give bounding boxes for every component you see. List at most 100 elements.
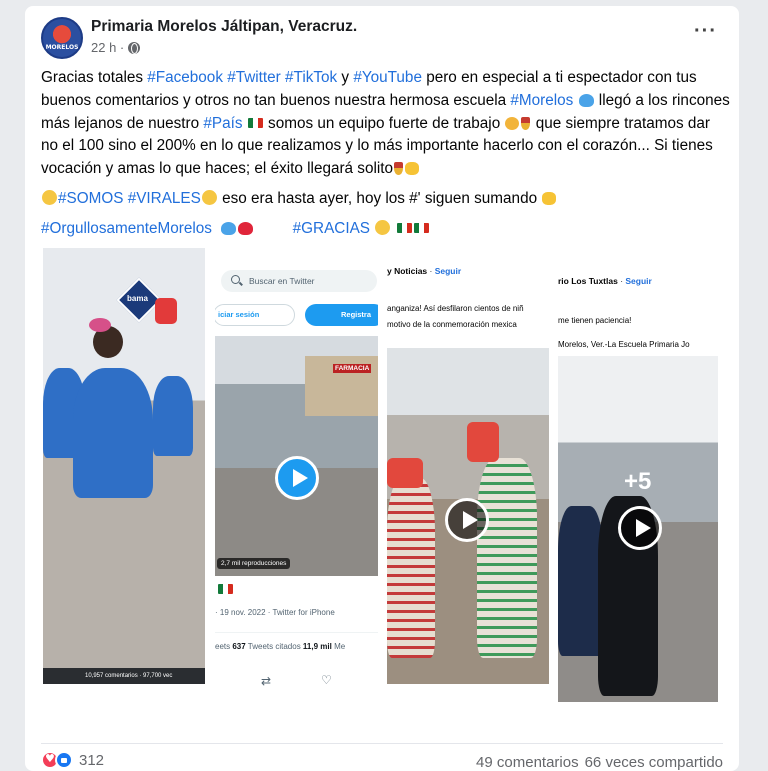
street-sign-text: bama	[127, 294, 148, 303]
divider	[215, 632, 378, 633]
hashtag-gracias[interactable]: #GRACIAS	[293, 220, 370, 237]
more-photos-count[interactable]: +5	[624, 468, 651, 496]
globe-icon	[128, 41, 141, 54]
shared-post-text: Morelos, Ver.-La Escuela Primaria Jo	[558, 340, 690, 349]
more-options-button[interactable]: ···	[694, 21, 717, 41]
child-figure	[558, 506, 603, 656]
reaction-icons	[41, 751, 73, 769]
clapping-hands-icon	[542, 191, 557, 205]
hashtag-somos[interactable]: #SOMOS	[58, 190, 123, 207]
shared-video[interactable]: +5	[558, 356, 718, 702]
login-button[interactable]: iciar sesión	[215, 304, 295, 326]
blue-heart-icon	[221, 221, 237, 235]
gallery-image-2[interactable]: Buscar en Twitter iciar sesión Registra …	[215, 266, 378, 702]
count-text: Tweets citados	[245, 642, 303, 651]
tweet-counts: eets 637 Tweets citados 11,9 mil Me	[215, 642, 345, 651]
dancer-figure	[153, 376, 193, 456]
video-stats: 10,957 comentarios · 97,700 vec	[43, 668, 205, 684]
mexico-flag-icon	[218, 584, 233, 594]
like-reaction-icon	[55, 751, 73, 769]
register-button[interactable]: Registra	[305, 304, 378, 326]
toy-hammer	[387, 458, 423, 488]
search-placeholder: Buscar en Twitter	[249, 276, 315, 286]
gallery-image-1[interactable]: bama 10,957 comentarios · 97,700 vec	[43, 248, 205, 684]
search-icon	[231, 275, 240, 284]
mexico-flag-icon	[396, 222, 412, 233]
reactions-summary[interactable]: 312	[41, 751, 104, 769]
post-card: MORELOS Primaria Morelos Jáltipan, Verac…	[25, 6, 739, 771]
heart-icon[interactable]: ♡	[321, 673, 332, 687]
play-button[interactable]	[445, 498, 489, 542]
likes-number: 11,9 mil	[302, 642, 332, 651]
tweet-date: · 19 nov. 2022 · Twitter for iPhone	[215, 608, 335, 617]
text-segment: eso era hasta ayer, hoy los #' siguen su…	[217, 189, 542, 207]
hashtag-pais[interactable]: #País	[203, 115, 242, 132]
shared-video[interactable]	[387, 348, 549, 684]
photo-gallery: bama 10,957 comentarios · 97,700 vec Bus…	[25, 242, 739, 712]
engagement-counts: 49 comentarios 66 veces compartido	[476, 754, 723, 771]
gallery-image-3[interactable]: y Noticias · Seguir anganiza! Así desfil…	[387, 248, 549, 684]
gallery-image-4[interactable]: rio Los Tuxtlas · Seguir me tienen pacie…	[558, 266, 718, 702]
child-figure	[387, 478, 435, 658]
play-button[interactable]	[618, 506, 662, 550]
reaction-count: 312	[79, 751, 105, 769]
post-paragraph-2: #SOMOS #VIRALES eso era hasta ayer, hoy …	[41, 188, 731, 211]
shared-post-text: me tienen paciencia!	[558, 316, 632, 325]
hashtag-youtube[interactable]: #YouTube	[353, 69, 422, 86]
shared-post-header: y Noticias · Seguir	[387, 266, 462, 276]
child-figure	[477, 458, 537, 658]
hashtag-morelos[interactable]: #Morelos	[510, 92, 573, 109]
play-button[interactable]	[275, 456, 319, 500]
blue-heart-icon	[578, 93, 594, 107]
clapping-hands-icon	[405, 162, 420, 176]
hashtag-orgullosamente-morelos[interactable]: #OrgullosamenteMorelos	[41, 220, 212, 237]
flexed-arm-icon	[505, 116, 520, 130]
mexico-flag-icon	[247, 117, 263, 128]
hashtag-facebook[interactable]: #Facebook	[147, 69, 223, 86]
toy-hammer	[467, 422, 499, 462]
hashtag-twitter[interactable]: #Twitter	[227, 69, 281, 86]
hashtag-tiktok[interactable]: #TikTok	[285, 69, 337, 86]
post-paragraph-1: Gracias totales #Facebook #Twitter #TikT…	[41, 67, 731, 181]
red-heart-icon	[238, 221, 254, 235]
retweet-icon[interactable]: ⇄	[261, 674, 271, 688]
hugging-face-icon	[201, 189, 217, 205]
text-segment: y	[337, 69, 354, 86]
count-text: eets	[215, 642, 233, 651]
medal-icon	[394, 162, 404, 176]
text-segment: Gracias totales	[41, 69, 148, 86]
page-avatar[interactable]: MORELOS	[41, 17, 83, 59]
hair-flower	[89, 318, 111, 332]
comments-link[interactable]: 49 comentarios	[476, 754, 579, 771]
shared-post-header: rio Los Tuxtlas · Seguir	[558, 276, 652, 286]
text-segment: somos un equipo fuerte de trabajo	[263, 114, 505, 132]
follow-link[interactable]: Seguir	[435, 266, 461, 276]
twitter-header: Buscar en Twitter iciar sesión Registra	[215, 266, 378, 336]
footer-divider	[41, 743, 723, 744]
source-name: rio Los Tuxtlas	[558, 276, 618, 286]
dancer-figure	[73, 368, 153, 498]
post-timestamp[interactable]: 22 h ·	[91, 40, 141, 55]
twitter-video[interactable]: FARMACIA 2,7 mil reproducciones	[215, 336, 378, 576]
twitter-search-input[interactable]: Buscar en Twitter	[221, 270, 377, 292]
count-text: Me	[331, 642, 346, 651]
follow-link[interactable]: Seguir	[625, 276, 651, 286]
avatar-text: MORELOS	[45, 44, 79, 51]
mexico-flag-icon	[413, 222, 429, 233]
quotes-number: 637	[232, 642, 246, 651]
post-paragraph-3: #OrgullosamenteMorelos #GRACIAS	[41, 218, 731, 241]
toy-mallet	[155, 298, 177, 324]
shares-link[interactable]: 66 veces compartido	[585, 754, 723, 771]
laughing-face-icon	[42, 189, 57, 205]
view-count: 2,7 mil reproducciones	[217, 558, 291, 569]
source-name: y Noticias	[387, 266, 428, 276]
page-name-link[interactable]: Primaria Morelos Jáltipan, Veracruz.	[91, 18, 357, 36]
post-body: Gracias totales #Facebook #Twitter #TikT…	[41, 67, 731, 241]
shared-post-text: motivo de la conmemoración mexica	[387, 320, 517, 329]
medal-icon	[521, 116, 531, 130]
time-text: 22 h ·	[91, 40, 125, 55]
tweet-actions: ⇄ ♡	[215, 668, 378, 692]
store-sign: FARMACIA	[333, 364, 372, 373]
hashtag-virales[interactable]: #VIRALES	[128, 190, 201, 207]
hugging-face-icon	[375, 219, 391, 235]
